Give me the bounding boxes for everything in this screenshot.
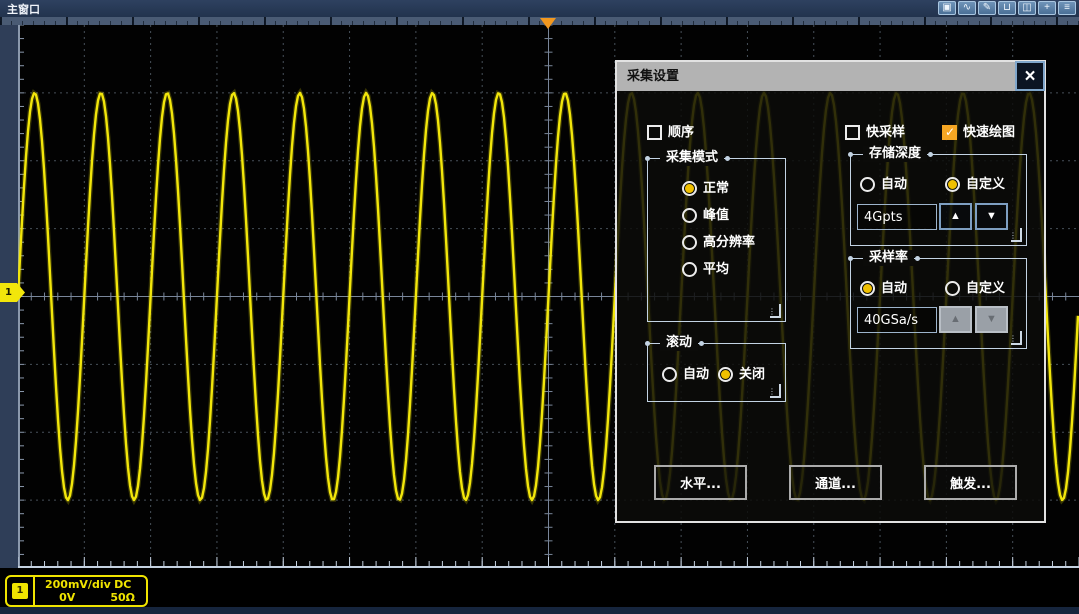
- fast-sample-checkbox[interactable]: [845, 125, 860, 140]
- channel-number: 1: [12, 583, 28, 599]
- group-expand-handle[interactable]: [1011, 228, 1022, 242]
- group-expand-handle[interactable]: [770, 304, 781, 318]
- memory-depth-custom-label: 自定义: [966, 177, 1005, 192]
- group-expand-handle[interactable]: [770, 384, 781, 398]
- measure-icon[interactable]: ⊔: [998, 1, 1016, 15]
- close-icon[interactable]: ×: [1015, 61, 1045, 91]
- memory-depth-auto-radio[interactable]: [860, 177, 875, 192]
- channel-settings-button[interactable]: 通道...: [789, 465, 882, 500]
- roll-auto-label: 自动: [683, 367, 709, 382]
- mode-normal-label: 正常: [703, 181, 729, 196]
- add-window-icon[interactable]: +: [1038, 1, 1056, 15]
- sample-rate-up-icon: ▲: [939, 306, 972, 333]
- mode-hires-radio[interactable]: [682, 235, 697, 250]
- roll-off-radio[interactable]: [718, 367, 733, 382]
- sample-rate-custom-radio[interactable]: [945, 281, 960, 296]
- memory-depth-custom-radio[interactable]: [945, 177, 960, 192]
- sample-rate-auto-radio[interactable]: [860, 281, 875, 296]
- annotate-icon[interactable]: ✎: [978, 1, 996, 15]
- menu-icon[interactable]: ≡: [1058, 1, 1076, 15]
- window-titlebar: 主窗口 ▣ ∿ ✎ ⊔ ◫ + ≡: [0, 0, 1079, 17]
- mode-average-label: 平均: [703, 262, 729, 277]
- memory-depth-down-icon[interactable]: ▼: [975, 203, 1008, 230]
- memory-depth-up-icon[interactable]: ▲: [939, 203, 972, 230]
- channel-offset: 0V: [35, 591, 99, 604]
- mode-normal-radio[interactable]: [682, 181, 697, 196]
- sample-rate-input[interactable]: [857, 307, 937, 333]
- roll-off-label: 关闭: [739, 367, 765, 382]
- sequence-checkbox[interactable]: [647, 125, 662, 140]
- acquisition-mode-group-title: 采集模式: [660, 150, 724, 166]
- acquisition-settings-dialog: 采集设置 × 顺序 快采样 快速绘图 采集模式 正常 峰值 高分辨率 平均 存储…: [615, 60, 1046, 523]
- horizontal-settings-button[interactable]: 水平...: [654, 465, 747, 500]
- roll-group-title: 滚动: [660, 335, 698, 351]
- screenshot-icon[interactable]: ▣: [938, 1, 956, 15]
- oscilloscope-main-window: 主窗口 ▣ ∿ ✎ ⊔ ◫ + ≡ 1 采集设置 × 顺序 快采样 快速绘图 采…: [0, 0, 1079, 614]
- group-expand-handle[interactable]: [1011, 331, 1022, 345]
- window-title: 主窗口: [7, 1, 40, 17]
- channel-number-cell: 1: [7, 577, 35, 605]
- sequence-label: 顺序: [668, 125, 694, 140]
- channel-1-badge[interactable]: 1 200mV/div DC 0V 50Ω: [5, 575, 148, 607]
- sample-rate-custom-label: 自定义: [966, 281, 1005, 296]
- memory-depth-auto-label: 自动: [881, 177, 907, 192]
- fast-plot-checkbox[interactable]: [942, 125, 957, 140]
- trigger-settings-button[interactable]: 触发...: [924, 465, 1017, 500]
- mode-peak-radio[interactable]: [682, 208, 697, 223]
- mode-average-radio[interactable]: [682, 262, 697, 277]
- sample-rate-group-title: 采样率: [863, 250, 914, 266]
- roll-auto-radio[interactable]: [662, 367, 677, 382]
- fast-plot-label: 快速绘图: [963, 125, 1015, 140]
- memory-depth-input[interactable]: [857, 204, 937, 230]
- trigger-position-marker[interactable]: [540, 18, 556, 29]
- channel-info: 200mV/div DC 0V 50Ω: [35, 577, 146, 605]
- probe-icon[interactable]: ◫: [1018, 1, 1036, 15]
- channel-scale: 200mV/div: [35, 578, 99, 591]
- dialog-titlebar[interactable]: 采集设置: [617, 62, 1044, 91]
- titlebar-toolbar: ▣ ∿ ✎ ⊔ ◫ + ≡: [938, 1, 1076, 15]
- sample-rate-down-icon: ▼: [975, 306, 1008, 333]
- memory-depth-group: 存储深度: [850, 154, 1027, 246]
- mode-peak-label: 峰值: [703, 208, 729, 223]
- channel-coupling: DC: [99, 578, 146, 591]
- sample-rate-group: 采样率: [850, 258, 1027, 349]
- channel-impedance: 50Ω: [99, 591, 146, 604]
- sample-rate-auto-label: 自动: [881, 281, 907, 296]
- waveform-display-icon[interactable]: ∿: [958, 1, 976, 15]
- fast-sample-label: 快采样: [866, 125, 905, 140]
- bottom-status-strip: [0, 607, 1079, 614]
- mode-hires-label: 高分辨率: [703, 235, 755, 250]
- memory-depth-group-title: 存储深度: [863, 146, 927, 162]
